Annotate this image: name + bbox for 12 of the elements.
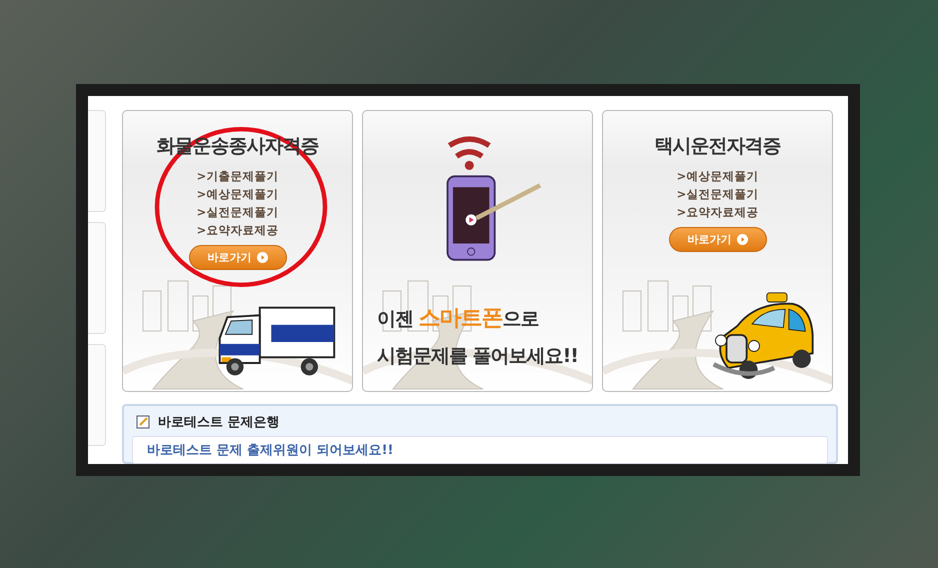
menu-link[interactable]: >기출문제풀기 <box>196 167 278 185</box>
promo-text: 시험문제를 풀어보세요!! <box>377 344 578 369</box>
menu-link[interactable]: >예상문제풀기 <box>196 185 278 203</box>
card-title: 택시운전자격증 <box>654 134 780 159</box>
menu-link[interactable]: >요약자료제공 <box>196 221 278 239</box>
menu-link[interactable]: >요약자료제공 <box>676 203 758 221</box>
panel-title: 바로테스트 문제은행 <box>158 414 280 431</box>
menu-link[interactable]: >실전문제풀기 <box>676 185 758 203</box>
recruit-link[interactable]: 바로테스트 문제 출제위원이 되어보세요!! <box>147 441 394 459</box>
promo-text: 이젠 스마트폰으로 <box>377 305 540 333</box>
menu-link[interactable]: >예상문제풀기 <box>676 167 758 185</box>
menu-link[interactable]: >실전문제풀기 <box>196 203 278 221</box>
